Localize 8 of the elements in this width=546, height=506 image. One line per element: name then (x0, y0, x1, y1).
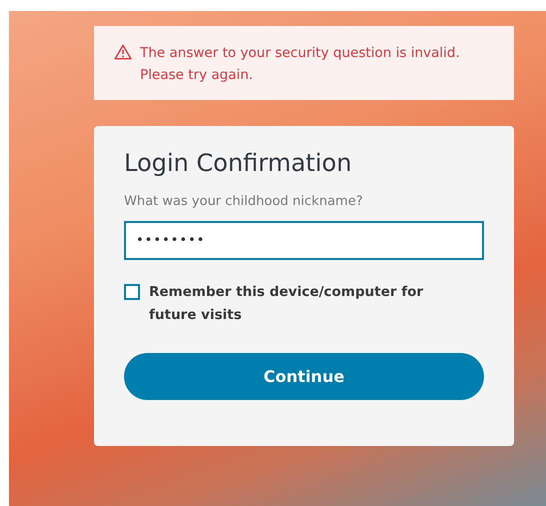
error-message: The answer to your security question is invalid. Please try again. (140, 44, 461, 85)
warning-icon (114, 44, 132, 60)
question-label: What was your childhood nickname? (124, 194, 363, 209)
remember-label: Remember this device/computer for future visits (149, 283, 424, 325)
card-title: Login Confirmation (124, 148, 352, 178)
continue-button[interactable]: Continue (124, 353, 484, 400)
remember-checkbox[interactable] (124, 284, 140, 300)
answer-field[interactable]: •••••••• (124, 221, 484, 260)
